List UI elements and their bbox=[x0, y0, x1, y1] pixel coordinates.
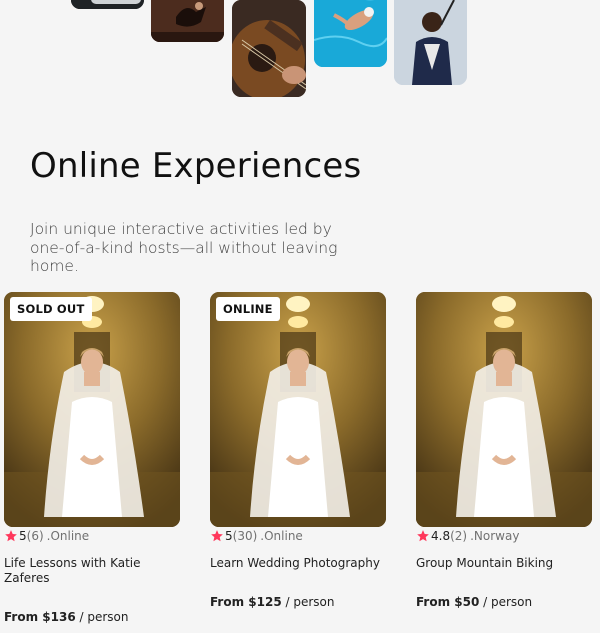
star-icon bbox=[4, 529, 18, 543]
experience-card[interactable]: ONLINE 5 (30) .Online Learn Wedding Phot… bbox=[210, 292, 386, 610]
rating-row: 5 (30) .Online bbox=[210, 529, 386, 543]
star-icon bbox=[416, 529, 430, 543]
rating-value: 4.8 bbox=[431, 529, 451, 543]
price-unit: / person bbox=[281, 595, 335, 609]
hero-photo-singer bbox=[394, 0, 467, 85]
price-amount: From $125 bbox=[210, 595, 282, 609]
experience-photo[interactable]: SOLD OUT bbox=[4, 292, 180, 527]
section-title: Online Experiences bbox=[30, 146, 362, 186]
experience-price: From $136 / person bbox=[4, 610, 180, 625]
experience-title[interactable]: Life Lessons with Katie Zaferes bbox=[4, 556, 180, 586]
price-amount: From $136 bbox=[4, 610, 76, 624]
experience-title[interactable]: Group Mountain Biking bbox=[416, 556, 592, 571]
hero-photo-guitar bbox=[232, 0, 306, 97]
experience-price: From $50 / person bbox=[416, 595, 592, 610]
experience-photo[interactable]: ONLINE bbox=[210, 292, 386, 527]
price-amount: From $50 bbox=[416, 595, 480, 609]
star-icon bbox=[210, 529, 224, 543]
hero-photo-swimmer bbox=[314, 0, 387, 67]
experience-card[interactable]: 4.8 (2) .Norway Group Mountain Biking Fr… bbox=[416, 292, 592, 610]
experience-title[interactable]: Learn Wedding Photography bbox=[210, 556, 386, 571]
experience-location: .Online bbox=[260, 529, 303, 543]
review-count: (30) bbox=[232, 529, 258, 543]
price-unit: / person bbox=[75, 610, 129, 624]
hero-photo-dancer bbox=[151, 0, 224, 42]
review-count: (2) bbox=[450, 529, 468, 543]
rating-value: 5 bbox=[225, 529, 233, 543]
experience-location: .Online bbox=[46, 529, 90, 543]
experience-photo[interactable] bbox=[416, 292, 592, 527]
hero-photo-dark bbox=[71, 0, 144, 9]
experience-price: From $125 / person bbox=[210, 595, 386, 610]
review-count: (6) bbox=[26, 529, 44, 543]
section-intro: Join unique interactive activities led b… bbox=[30, 220, 338, 275]
experience-card[interactable]: SOLD OUT 5 (6) .Online Life Lessons with… bbox=[4, 292, 180, 625]
rating-row: 4.8 (2) .Norway bbox=[416, 529, 592, 543]
rating-value: 5 bbox=[19, 529, 27, 543]
rating-row: 5 (6) .Online bbox=[4, 529, 180, 543]
sold-out-badge: SOLD OUT bbox=[10, 297, 92, 321]
online-badge: ONLINE bbox=[216, 297, 280, 321]
price-unit: / person bbox=[479, 595, 533, 609]
experience-location: .Norway bbox=[470, 529, 520, 543]
